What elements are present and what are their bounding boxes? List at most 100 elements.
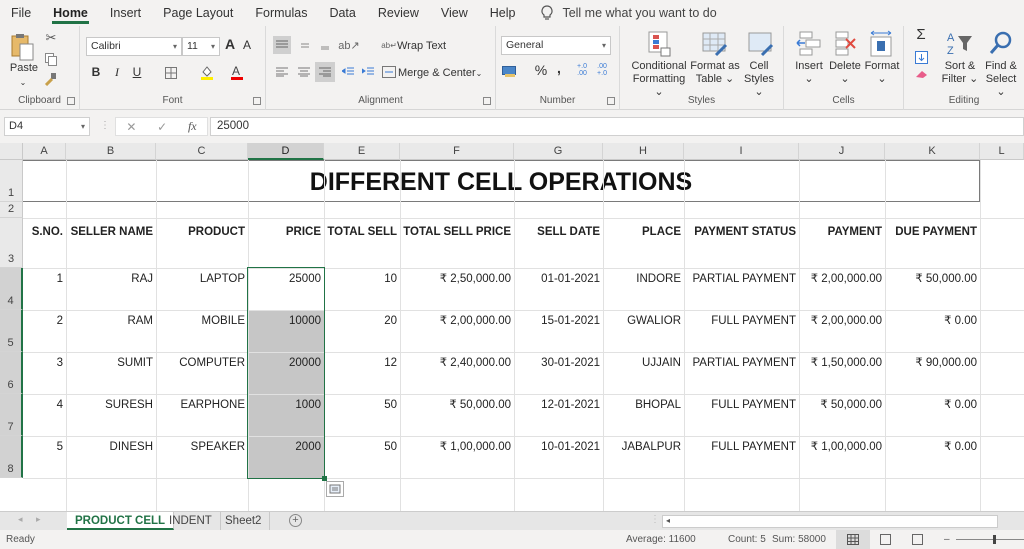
column-header-c[interactable]: C [156,143,248,160]
menu-home[interactable]: Home [42,0,99,26]
font-name-select[interactable]: Calibri ▾ [86,37,182,56]
zoom-slider-thumb[interactable] [993,535,996,544]
column-header-h[interactable]: H [603,143,684,160]
data-cell[interactable]: 2 [23,314,66,328]
italic-button[interactable]: I [110,66,124,79]
row-header-8[interactable]: 8 [0,436,23,478]
header-cell[interactable]: TOTAL SELL [324,225,400,239]
sheet-tab-sheet2[interactable]: Sheet2 [217,512,271,530]
data-cell[interactable]: 10-01-2021 [514,440,603,454]
data-cell[interactable]: RAM [66,314,156,328]
column-header-g[interactable]: G [514,143,603,160]
header-cell[interactable]: SELL DATE [514,225,603,239]
formula-bar-grip[interactable]: ⋮ [100,120,110,131]
paste-button[interactable]: Paste [8,62,40,75]
autosum-button[interactable]: Σ [914,27,928,42]
data-cell[interactable]: RAJ [66,272,156,286]
insert-function-icon[interactable]: fx [188,119,197,134]
row-header-4[interactable]: 4 [0,268,23,310]
data-cell[interactable]: ₹ 1,00,000.00 [400,440,514,454]
header-cell[interactable]: PRODUCT [156,225,248,239]
data-cell[interactable]: ₹ 2,00,000.00 [799,272,885,286]
menu-file[interactable]: File [0,0,42,26]
data-cell[interactable]: 10 [324,272,400,286]
data-cell[interactable]: EARPHONE [156,398,248,412]
merge-center-button[interactable]: Merge & Center [398,67,476,80]
align-right-icon[interactable] [315,62,335,82]
increase-decimal-button[interactable]: +.0 .00 [574,63,590,77]
scroll-left-arrow-icon[interactable]: ◂ [666,516,670,525]
data-cell[interactable]: ₹ 2,40,000.00 [400,356,514,370]
data-cell[interactable]: GWALIOR [603,314,684,328]
column-header-f[interactable]: F [400,143,514,160]
fill-color-icon[interactable] [200,64,214,80]
align-top-icon[interactable] [273,36,291,54]
data-cell[interactable]: PARTIAL PAYMENT [684,272,799,286]
number-format-select[interactable]: General ▾ [501,36,611,55]
data-cell[interactable]: 5 [23,440,66,454]
align-left-icon[interactable] [274,64,290,80]
data-cell[interactable]: ₹ 0.00 [885,440,980,454]
alignment-launcher[interactable] [483,97,491,105]
orientation-icon[interactable]: ab↗ [338,36,360,54]
data-cell[interactable]: ₹ 50,000.00 [400,398,514,412]
align-center-icon[interactable] [296,64,312,80]
page-layout-view-icon[interactable] [880,534,891,545]
data-cell[interactable]: ₹ 1,00,000.00 [799,440,885,454]
find-select-button[interactable]: Find & Select ⌄ [980,60,1022,99]
sheet-title[interactable]: DIFFERENT CELL OPERATIONS [23,160,980,202]
data-cell[interactable]: 20 [324,314,400,328]
data-cell[interactable]: JABALPUR [603,440,684,454]
data-cell[interactable]: LAPTOP [156,272,248,286]
normal-view-button[interactable] [836,530,870,549]
data-cell[interactable]: 15-01-2021 [514,314,603,328]
row-header-7[interactable]: 7 [0,394,23,436]
align-middle-icon[interactable] [296,36,314,54]
data-cell[interactable]: ₹ 0.00 [885,398,980,412]
bold-button[interactable]: B [89,66,103,79]
name-box[interactable]: D4 ▾ [4,117,90,136]
tab-splitter[interactable]: ⋮ [650,514,660,525]
data-cell[interactable]: FULL PAYMENT [684,398,799,412]
wrap-text-button[interactable]: Wrap Text [397,40,447,53]
spreadsheet-grid[interactable]: DIFFERENT CELL OPERATIONS ABCDEFGHIJKL12… [0,143,1024,511]
select-all-corner[interactable] [0,143,23,160]
data-cell[interactable]: COMPUTER [156,356,248,370]
data-cell[interactable]: ₹ 50,000.00 [885,272,980,286]
row-header-5[interactable]: 5 [0,310,23,352]
data-cell[interactable]: DINESH [66,440,156,454]
column-header-d[interactable]: D [248,143,324,160]
menu-data[interactable]: Data [318,0,366,26]
tab-scroll-right-icon[interactable]: ▸ [36,514,41,525]
data-cell[interactable]: 3 [23,356,66,370]
format-painter-icon[interactable] [44,72,58,86]
horizontal-scrollbar[interactable]: ◂ [662,515,998,528]
delete-button[interactable]: Delete ⌄ [826,60,864,86]
menu-help[interactable]: Help [479,0,527,26]
insert-button[interactable]: Insert ⌄ [790,60,828,86]
conditional-formatting-button[interactable]: Conditional Formatting ⌄ [628,60,690,99]
cut-icon[interactable]: ✂ [44,30,58,45]
data-cell[interactable]: SURESH [66,398,156,412]
data-cell[interactable]: 1 [23,272,66,286]
font-size-select[interactable]: 11 ▾ [182,37,220,56]
cancel-icon[interactable]: ✕ [126,120,136,134]
header-cell[interactable]: TOTAL SELL PRICE [400,225,514,239]
menu-view[interactable]: View [430,0,479,26]
menu-insert[interactable]: Insert [99,0,152,26]
column-header-l[interactable]: L [980,143,1024,160]
header-cell[interactable]: PRICE [248,225,324,239]
font-launcher[interactable] [253,97,261,105]
data-cell[interactable]: UJJAIN [603,356,684,370]
tell-me-search[interactable]: Tell me what you want to do [540,5,717,21]
quick-analysis-icon[interactable] [326,481,344,497]
format-button[interactable]: Format ⌄ [862,60,902,86]
decrease-decimal-button[interactable]: .00 +.0 [594,63,610,77]
header-cell[interactable]: PAYMENT [799,225,885,239]
align-bottom-icon[interactable] [316,36,334,54]
data-cell[interactable]: ₹ 90,000.00 [885,356,980,370]
row-header-6[interactable]: 6 [0,352,23,394]
data-cell[interactable]: 12-01-2021 [514,398,603,412]
data-cell[interactable]: ₹ 2,00,000.00 [400,314,514,328]
data-cell[interactable]: ₹ 2,00,000.00 [799,314,885,328]
